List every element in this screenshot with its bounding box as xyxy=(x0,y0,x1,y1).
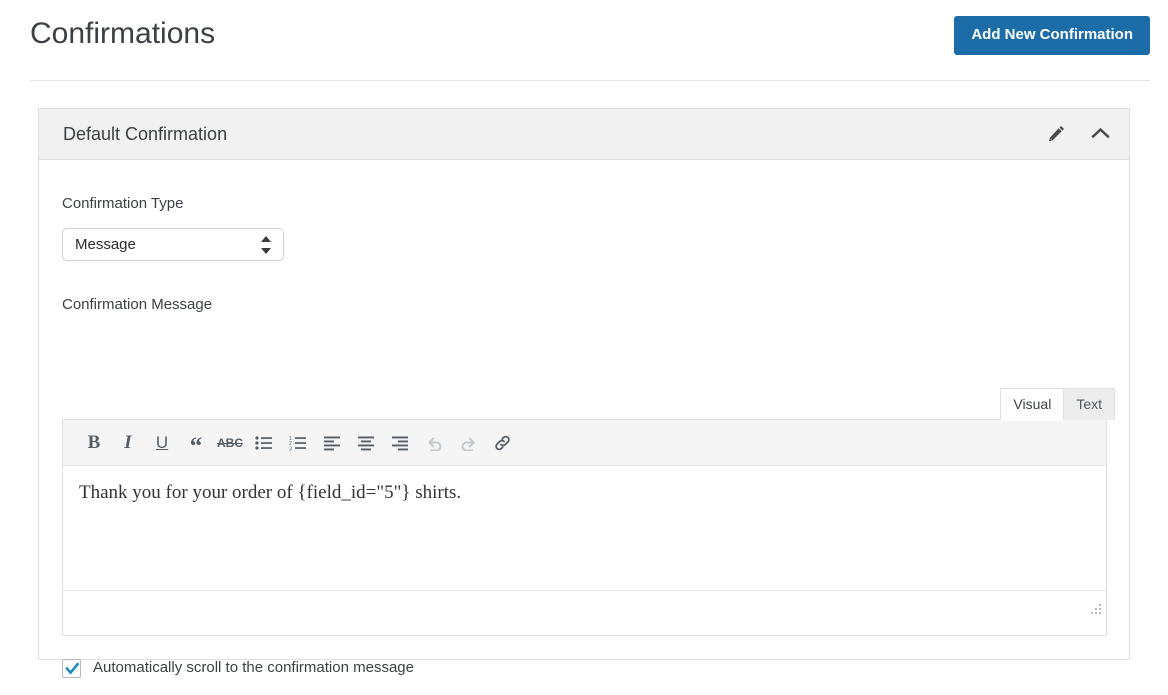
confirmation-message-label: Confirmation Message xyxy=(62,296,213,313)
checkmark-icon xyxy=(65,661,80,675)
confirmation-type-select[interactable]: Message xyxy=(62,228,284,261)
underline-glyph: U xyxy=(155,432,169,452)
editor-toolbar: B I U “ ABC 1 2 3 xyxy=(63,420,1106,466)
italic-glyph: I xyxy=(124,431,132,453)
confirmation-type-label: Confirmation Type xyxy=(62,195,184,212)
underline-icon[interactable]: U xyxy=(145,427,179,459)
editor-content-area[interactable]: Thank you for your order of {field_id="5… xyxy=(63,466,1106,590)
panel-header: Default Confirmation xyxy=(39,109,1129,160)
pencil-icon[interactable] xyxy=(1045,121,1067,145)
align-center-icon[interactable] xyxy=(349,427,383,459)
link-icon[interactable] xyxy=(485,427,519,459)
auto-scroll-label[interactable]: Automatically scroll to the confirmation… xyxy=(93,658,414,678)
auto-scroll-checkbox[interactable] xyxy=(62,658,81,678)
blockquote-icon[interactable]: “ xyxy=(179,427,213,459)
add-new-confirmation-button[interactable]: Add New Confirmation xyxy=(954,16,1150,55)
ordered-list-icon[interactable]: 1 2 3 xyxy=(281,427,315,459)
strikethrough-icon[interactable]: ABC xyxy=(213,427,247,459)
align-left-icon[interactable] xyxy=(315,427,349,459)
redo-icon[interactable] xyxy=(451,427,485,459)
stepper-arrows-icon xyxy=(261,235,272,256)
italic-icon[interactable]: I xyxy=(111,427,145,459)
page-header: Confirmations Add New Confirmation xyxy=(0,0,1168,82)
unordered-list-icon[interactable] xyxy=(247,427,281,459)
undo-icon[interactable] xyxy=(417,427,451,459)
bold-icon[interactable]: B xyxy=(77,427,111,459)
auto-scroll-checkbox-row: Automatically scroll to the confirmation… xyxy=(62,657,414,679)
editor-mode-tabs: Visual Text xyxy=(1000,388,1115,421)
confirmation-message-text: Thank you for your order of {field_id="5… xyxy=(79,482,462,503)
bold-glyph: B xyxy=(87,431,101,453)
editor-status-bar xyxy=(63,590,1106,618)
panel-title: Default Confirmation xyxy=(63,124,228,144)
rich-text-editor: B I U “ ABC 1 2 3 Thank you for your ord… xyxy=(62,419,1107,636)
strikethrough-glyph: ABC xyxy=(217,435,243,450)
panel-header-actions xyxy=(1045,121,1111,145)
confirmation-type-value: Message xyxy=(75,236,136,253)
chevron-up-icon[interactable] xyxy=(1089,121,1111,145)
align-right-icon[interactable] xyxy=(383,427,417,459)
svg-text:3: 3 xyxy=(289,446,292,451)
blockquote-glyph: “ xyxy=(189,432,203,460)
confirmation-panel: Default Confirmation Confirmation Type M… xyxy=(38,108,1130,678)
page-title: Confirmations xyxy=(30,17,216,50)
tab-text[interactable]: Text xyxy=(1063,388,1115,420)
resize-grip-icon[interactable] xyxy=(1087,600,1103,616)
title-divider xyxy=(30,80,1150,81)
tab-visual[interactable]: Visual xyxy=(1000,388,1065,421)
